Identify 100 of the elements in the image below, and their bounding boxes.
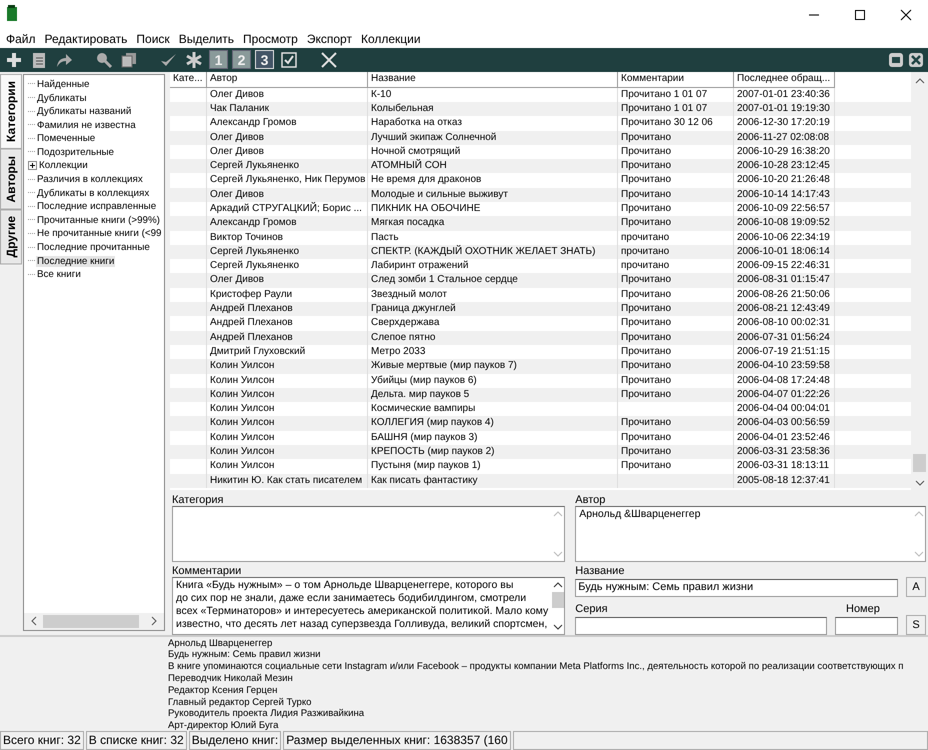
author-button[interactable]: A (906, 576, 926, 597)
info-line: Переводчик Николай Мезин (168, 673, 294, 685)
redo-arrow-icon[interactable] (55, 52, 73, 68)
checkbox-icon[interactable] (280, 50, 298, 69)
asterisk-icon[interactable] (185, 50, 203, 69)
column-header[interactable]: Название (368, 72, 618, 88)
table-cell: Дельта. мир пауков 5 (368, 388, 618, 402)
side-tab[interactable]: Авторы (0, 148, 22, 210)
table-cell: 2006-07-31 01:56:24 (734, 330, 835, 345)
restore-icon[interactable] (888, 52, 904, 68)
close-icon[interactable] (908, 52, 924, 68)
menu-item[interactable]: Выделить (178, 32, 234, 46)
add-icon[interactable] (5, 50, 23, 69)
table-cell: 2006-10-08 19:09:52 (734, 216, 835, 231)
table-cell: Олег Дивов (207, 273, 368, 288)
number-field[interactable] (835, 616, 898, 635)
side-tab[interactable]: Категории (0, 74, 22, 149)
scroll-up-icon[interactable] (914, 76, 924, 86)
field-label: Номер (846, 602, 881, 615)
menu-item[interactable]: Экспорт (306, 32, 352, 46)
menu-item[interactable]: Просмотр (243, 32, 298, 46)
info-line: Редактор Ксения Герцен (168, 684, 278, 697)
comments-text: Книга «Будь нужным» – о том Арнольде Шварценеггере, которого вы до сих пор не знали, даже если занимаетесь бодибилдингом, смотрели всех «Терминаторов» и интересуетесь американской политикой. Мало кому известно, что десять лет назад суперзвезда Голливуда, великий спортсмен, (175, 578, 550, 632)
series-field[interactable] (575, 616, 827, 635)
menu-item[interactable]: Поиск (136, 32, 170, 46)
table-cell: Прочитано (618, 445, 734, 460)
scroll-left-icon[interactable] (29, 616, 39, 626)
table-cell: Лучший экипаж Солнечной (368, 130, 618, 145)
tree-item[interactable]: Последние исправленные (36, 201, 158, 212)
table-cell: 2006-04-03 00:56:59 (734, 416, 835, 431)
tree-item[interactable]: Подозрительные (36, 146, 115, 158)
column-header[interactable]: Комментарии (618, 72, 734, 88)
number-button[interactable]: 3 (255, 50, 274, 70)
tree-item[interactable]: Прочитанные книги (>99%) (36, 214, 161, 226)
tree-item[interactable]: Найденные (36, 78, 90, 90)
status-text: Всего книг: 32 (0, 731, 84, 750)
table-cell: 2005-08-18 12:37:41 (734, 474, 835, 488)
table-cell: Граница джунглей (368, 302, 618, 316)
menu-item[interactable]: Файл (6, 32, 36, 46)
table-cell: 2006-04-10 23:59:58 (734, 359, 835, 374)
scroll-right-icon[interactable] (149, 616, 159, 626)
table-cell: Мягкая посадка (368, 216, 618, 231)
table-cell: Прочитано (618, 359, 734, 374)
table-cell: Олег Дивов (207, 130, 368, 145)
table-cell: Прочитано (618, 388, 734, 402)
search-icon[interactable] (95, 50, 113, 69)
table-cell: След зомби 1 Стальное сердце (368, 273, 618, 288)
table-cell: Колыбельная (368, 102, 618, 116)
column-header[interactable]: Автор (207, 72, 368, 88)
maximize-icon[interactable] (854, 8, 866, 21)
menu-item[interactable]: Коллекции (360, 32, 421, 46)
tree-item[interactable]: Дубликаты в коллекциях (36, 188, 150, 199)
tree-item[interactable]: Фамилия не известна (36, 120, 137, 131)
table-cell: Живые мертвые (мир пауков 7) (368, 359, 618, 374)
table-cell: Колин Уилсон (207, 445, 368, 460)
table-cell: Олег Дивов (207, 188, 368, 202)
table-cell: 2006-10-14 14:17:43 (734, 188, 835, 202)
tree-item[interactable]: Коллекции (38, 160, 89, 172)
side-tab[interactable]: Другие (0, 209, 22, 265)
tree-item[interactable]: Последние книги (36, 256, 116, 267)
menu-item[interactable]: Редактировать (44, 32, 128, 46)
column-header[interactable]: Кате... (170, 72, 207, 88)
status-text: В списке книг: 32 (86, 731, 187, 750)
table-cell: Сергей Лукьяненко (207, 159, 368, 174)
table-cell: Молодые и сильные выживут (368, 188, 618, 202)
tree-item[interactable]: Все книги (36, 269, 82, 280)
scroll-down-icon[interactable] (914, 478, 924, 488)
scrollbar-thumb[interactable] (43, 614, 139, 628)
field-label: Категория (172, 494, 224, 506)
table-cell: Андрей Плеханов (207, 330, 368, 345)
title-field[interactable]: Будь нужным: Семь правил жизни (575, 578, 898, 597)
scrollbar-thumb[interactable] (913, 454, 926, 472)
table-cell: Сергей Лукьяненко (207, 244, 368, 260)
tree-item[interactable]: Помеченные (36, 133, 96, 144)
tree-item[interactable]: Последние прочитанные (36, 242, 151, 254)
table-cell: Прочитано (618, 416, 734, 431)
tree-item[interactable]: Дубликаты (36, 92, 88, 104)
field-label: Автор (575, 494, 606, 506)
table-cell: 2006-08-31 01:15:47 (734, 273, 835, 288)
document-icon[interactable] (31, 50, 47, 69)
expand-icon[interactable] (28, 161, 37, 170)
tree-item[interactable]: Дубликаты названий (36, 106, 132, 118)
scroll-down-icon[interactable] (552, 622, 563, 631)
table-cell: КОЛЛЕГИЯ (мир пауков 4) (368, 416, 618, 431)
scrollbar-thumb[interactable] (552, 592, 564, 608)
table-cell: 2007-01-01 19:19:30 (734, 102, 835, 116)
table-cell: Слепое пятно (368, 330, 618, 345)
close-icon[interactable] (900, 8, 912, 21)
info-line: Арт-директор Юлий Буга (168, 720, 280, 730)
table-cell: Колин Уилсон (207, 416, 368, 431)
scroll-up-icon[interactable] (552, 580, 563, 589)
table-cell: Как писать фантастику (368, 474, 618, 488)
table-cell: АТОМНЫЙ СОН (368, 159, 618, 174)
copy-icon[interactable] (121, 52, 137, 68)
table-cell: СПЕКТР. (КАЖДЫЙ ОХОТНИК ЖЕЛАЕТ ЗНАТЬ) (368, 244, 618, 260)
tree-item[interactable]: Различия в коллекциях (36, 174, 144, 186)
series-button[interactable]: S (906, 614, 926, 635)
column-header[interactable]: Последнее обращ... (734, 72, 835, 88)
tree-item[interactable]: Не прочитанные книги (<99 (36, 228, 162, 240)
checkmark-icon[interactable] (159, 52, 177, 68)
